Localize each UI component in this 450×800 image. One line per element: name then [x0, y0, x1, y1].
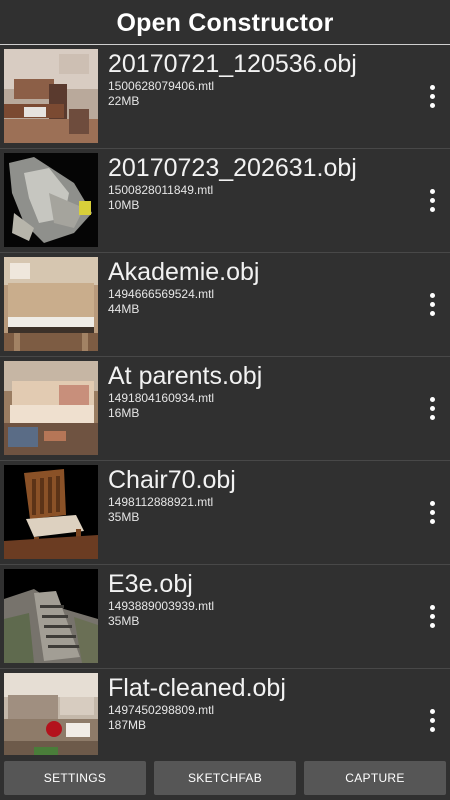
settings-button[interactable]: SETTINGS: [4, 761, 146, 795]
list-item[interactable]: At parents.obj 1491804160934.mtl 16MB: [0, 357, 450, 461]
file-mtl: 1494666569524.mtl: [108, 287, 215, 301]
file-size: 22MB: [108, 94, 140, 108]
bottom-toolbar: SETTINGS SKETCHFAB CAPTURE: [0, 756, 450, 800]
list-item[interactable]: Flat-cleaned.obj 1497450298809.mtl 187MB: [0, 669, 450, 755]
more-options-button[interactable]: [420, 287, 444, 321]
more-vert-icon: [429, 84, 435, 108]
more-vert-icon: [429, 188, 435, 212]
sofa-icon: [4, 361, 98, 455]
file-mtl: 1491804160934.mtl: [108, 391, 215, 405]
file-list: 20170721_120536.obj 1500628079406.mtl 22…: [0, 45, 450, 755]
file-name: 20170723_202631.obj: [108, 154, 357, 182]
file-name: Akademie.obj: [108, 258, 260, 286]
piano-icon: [4, 257, 98, 351]
file-size: 10MB: [108, 198, 140, 212]
file-info: Chair70.obj 1498112888921.mtl 35MB: [108, 465, 406, 525]
file-mtl: 1500628079406.mtl: [108, 79, 215, 93]
living-room-icon: [4, 673, 98, 755]
more-options-button[interactable]: [420, 79, 444, 113]
more-vert-icon: [429, 500, 435, 524]
list-item[interactable]: Akademie.obj 1494666569524.mtl 44MB: [0, 253, 450, 357]
file-mtl: 1500828011849.mtl: [108, 183, 214, 197]
file-size: 44MB: [108, 302, 140, 316]
more-options-button[interactable]: [420, 599, 444, 633]
file-size: 35MB: [108, 614, 140, 628]
more-vert-icon: [429, 396, 435, 420]
file-info: 20170721_120536.obj 1500628079406.mtl 22…: [108, 49, 406, 109]
file-size: 35MB: [108, 510, 140, 524]
file-mtl: 1498112888921.mtl: [108, 495, 214, 509]
file-mtl: 1493889003939.mtl: [108, 599, 215, 613]
file-name: Chair70.obj: [108, 466, 236, 494]
page-title: Open Constructor: [116, 8, 334, 37]
app-header: Open Constructor: [0, 0, 450, 45]
chair-icon: [4, 465, 98, 559]
more-vert-icon: [429, 604, 435, 628]
file-mtl: 1497450298809.mtl: [108, 703, 215, 717]
room-table-icon: [4, 49, 98, 143]
list-item[interactable]: 20170721_120536.obj 1500628079406.mtl 22…: [0, 45, 450, 149]
file-name: 20170721_120536.obj: [108, 50, 357, 78]
file-name: Flat-cleaned.obj: [108, 674, 286, 702]
more-options-button[interactable]: [420, 703, 444, 737]
sketchfab-button[interactable]: SKETCHFAB: [154, 761, 296, 795]
file-size: 16MB: [108, 406, 140, 420]
more-vert-icon: [429, 708, 435, 732]
list-item[interactable]: E3e.obj 1493889003939.mtl 35MB: [0, 565, 450, 669]
list-item[interactable]: 20170723_202631.obj 1500828011849.mtl 10…: [0, 149, 450, 253]
file-info: Akademie.obj 1494666569524.mtl 44MB: [108, 257, 406, 317]
file-name: E3e.obj: [108, 570, 193, 598]
file-info: Flat-cleaned.obj 1497450298809.mtl 187MB: [108, 673, 406, 733]
file-info: E3e.obj 1493889003939.mtl 35MB: [108, 569, 406, 629]
more-options-button[interactable]: [420, 495, 444, 529]
file-size: 187MB: [108, 718, 147, 732]
file-info: 20170723_202631.obj 1500828011849.mtl 10…: [108, 153, 406, 213]
file-info: At parents.obj 1491804160934.mtl 16MB: [108, 361, 406, 421]
list-item[interactable]: Chair70.obj 1498112888921.mtl 35MB: [0, 461, 450, 565]
more-vert-icon: [429, 292, 435, 316]
more-options-button[interactable]: [420, 391, 444, 425]
stairs-icon: [4, 569, 98, 663]
scan-mesh-icon: [4, 153, 98, 247]
more-options-button[interactable]: [420, 183, 444, 217]
capture-button[interactable]: CAPTURE: [304, 761, 446, 795]
file-name: At parents.obj: [108, 362, 263, 390]
